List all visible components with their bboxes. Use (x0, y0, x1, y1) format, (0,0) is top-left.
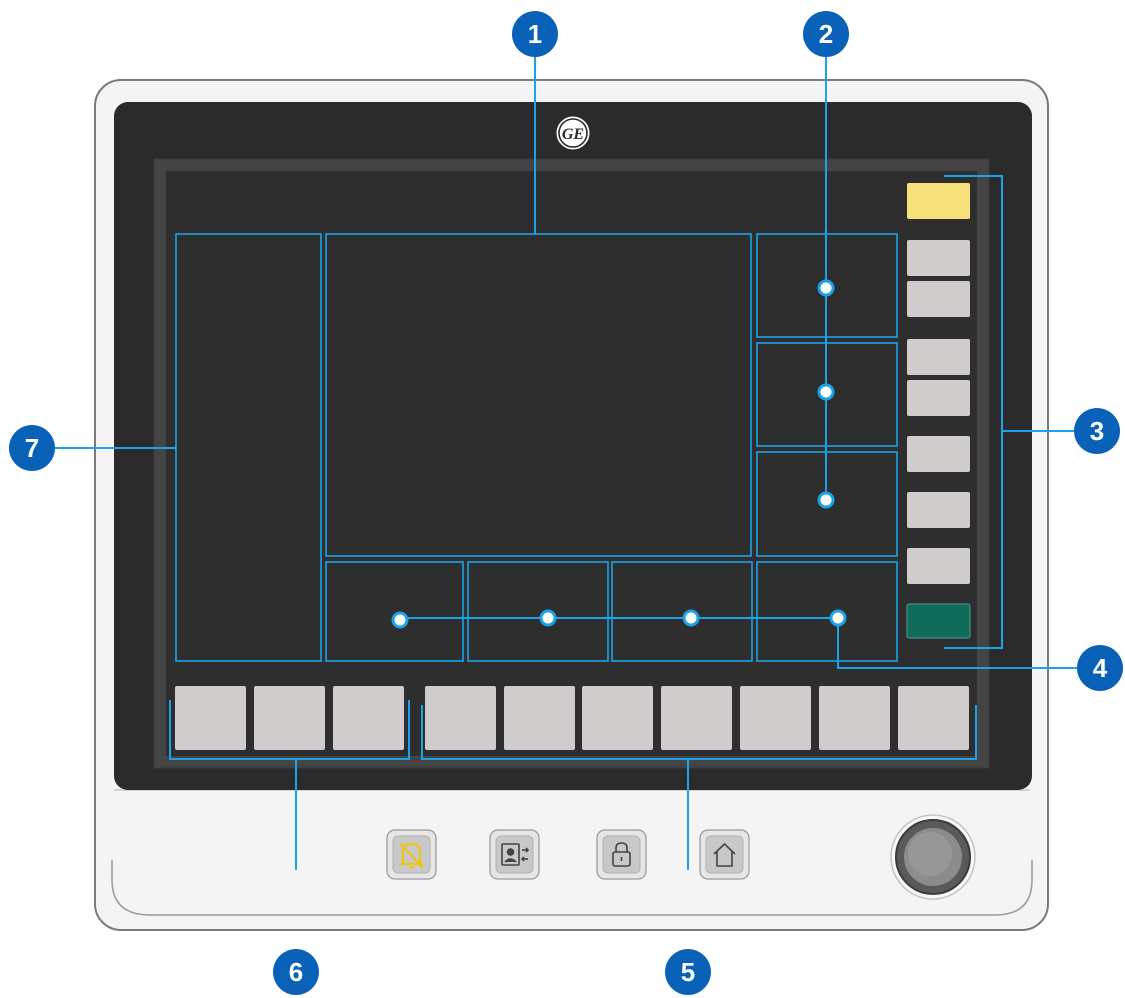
callout-3: 3 (1074, 408, 1120, 454)
right-key-yellow[interactable] (907, 183, 970, 219)
ge-logo: GE (555, 115, 591, 151)
dot-bottom-1 (391, 611, 409, 629)
callout-7: 7 (9, 425, 55, 471)
menu-key-3[interactable] (333, 686, 404, 750)
control-knob[interactable] (890, 814, 976, 900)
menu-key-2[interactable] (254, 686, 325, 750)
quick-key-7[interactable] (898, 686, 969, 750)
quick-key-6[interactable] (819, 686, 890, 750)
right-key-7[interactable] (907, 548, 970, 584)
right-key-1[interactable] (907, 240, 970, 276)
callout-2-label: 2 (819, 19, 833, 49)
dot-window-3 (817, 491, 835, 509)
dot-window-1 (817, 279, 835, 297)
callout-4-label: 4 (1093, 653, 1108, 683)
callout-6: 6 (273, 949, 319, 995)
dot-bottom-4 (829, 609, 847, 627)
callout-4: 4 (1077, 645, 1123, 691)
ge-logo-text: GE (562, 126, 584, 143)
callout-1-label: 1 (528, 19, 542, 49)
user-switch-key[interactable] (489, 829, 540, 880)
callout-3-label: 3 (1090, 416, 1104, 446)
quick-key-4[interactable] (661, 686, 732, 750)
ventilator-diagram: GE 1 2 3 4 5 6 7 (0, 0, 1125, 998)
right-key-green[interactable] (906, 603, 971, 639)
alarm-silence-key[interactable] (386, 829, 437, 880)
right-key-4[interactable] (907, 380, 970, 416)
dot-bottom-3 (682, 609, 700, 627)
callout-5: 5 (665, 949, 711, 995)
quick-key-5[interactable] (740, 686, 811, 750)
callout-1: 1 (512, 11, 558, 57)
menu-key-1[interactable] (175, 686, 246, 750)
quick-key-1[interactable] (425, 686, 496, 750)
quick-key-2[interactable] (504, 686, 575, 750)
home-key[interactable] (699, 829, 750, 880)
callout-2: 2 (803, 11, 849, 57)
right-key-3[interactable] (907, 339, 970, 375)
dot-bottom-2 (539, 609, 557, 627)
callout-5-label: 5 (681, 957, 695, 987)
right-key-6[interactable] (907, 492, 970, 528)
diagram-svg: GE 1 2 3 4 5 6 7 (9, 11, 1123, 995)
callout-6-label: 6 (289, 957, 303, 987)
callout-7-label: 7 (25, 433, 39, 463)
right-key-2[interactable] (907, 281, 970, 317)
quick-key-3[interactable] (582, 686, 653, 750)
right-key-5[interactable] (907, 436, 970, 472)
dot-window-2 (817, 383, 835, 401)
lock-key[interactable] (596, 829, 647, 880)
